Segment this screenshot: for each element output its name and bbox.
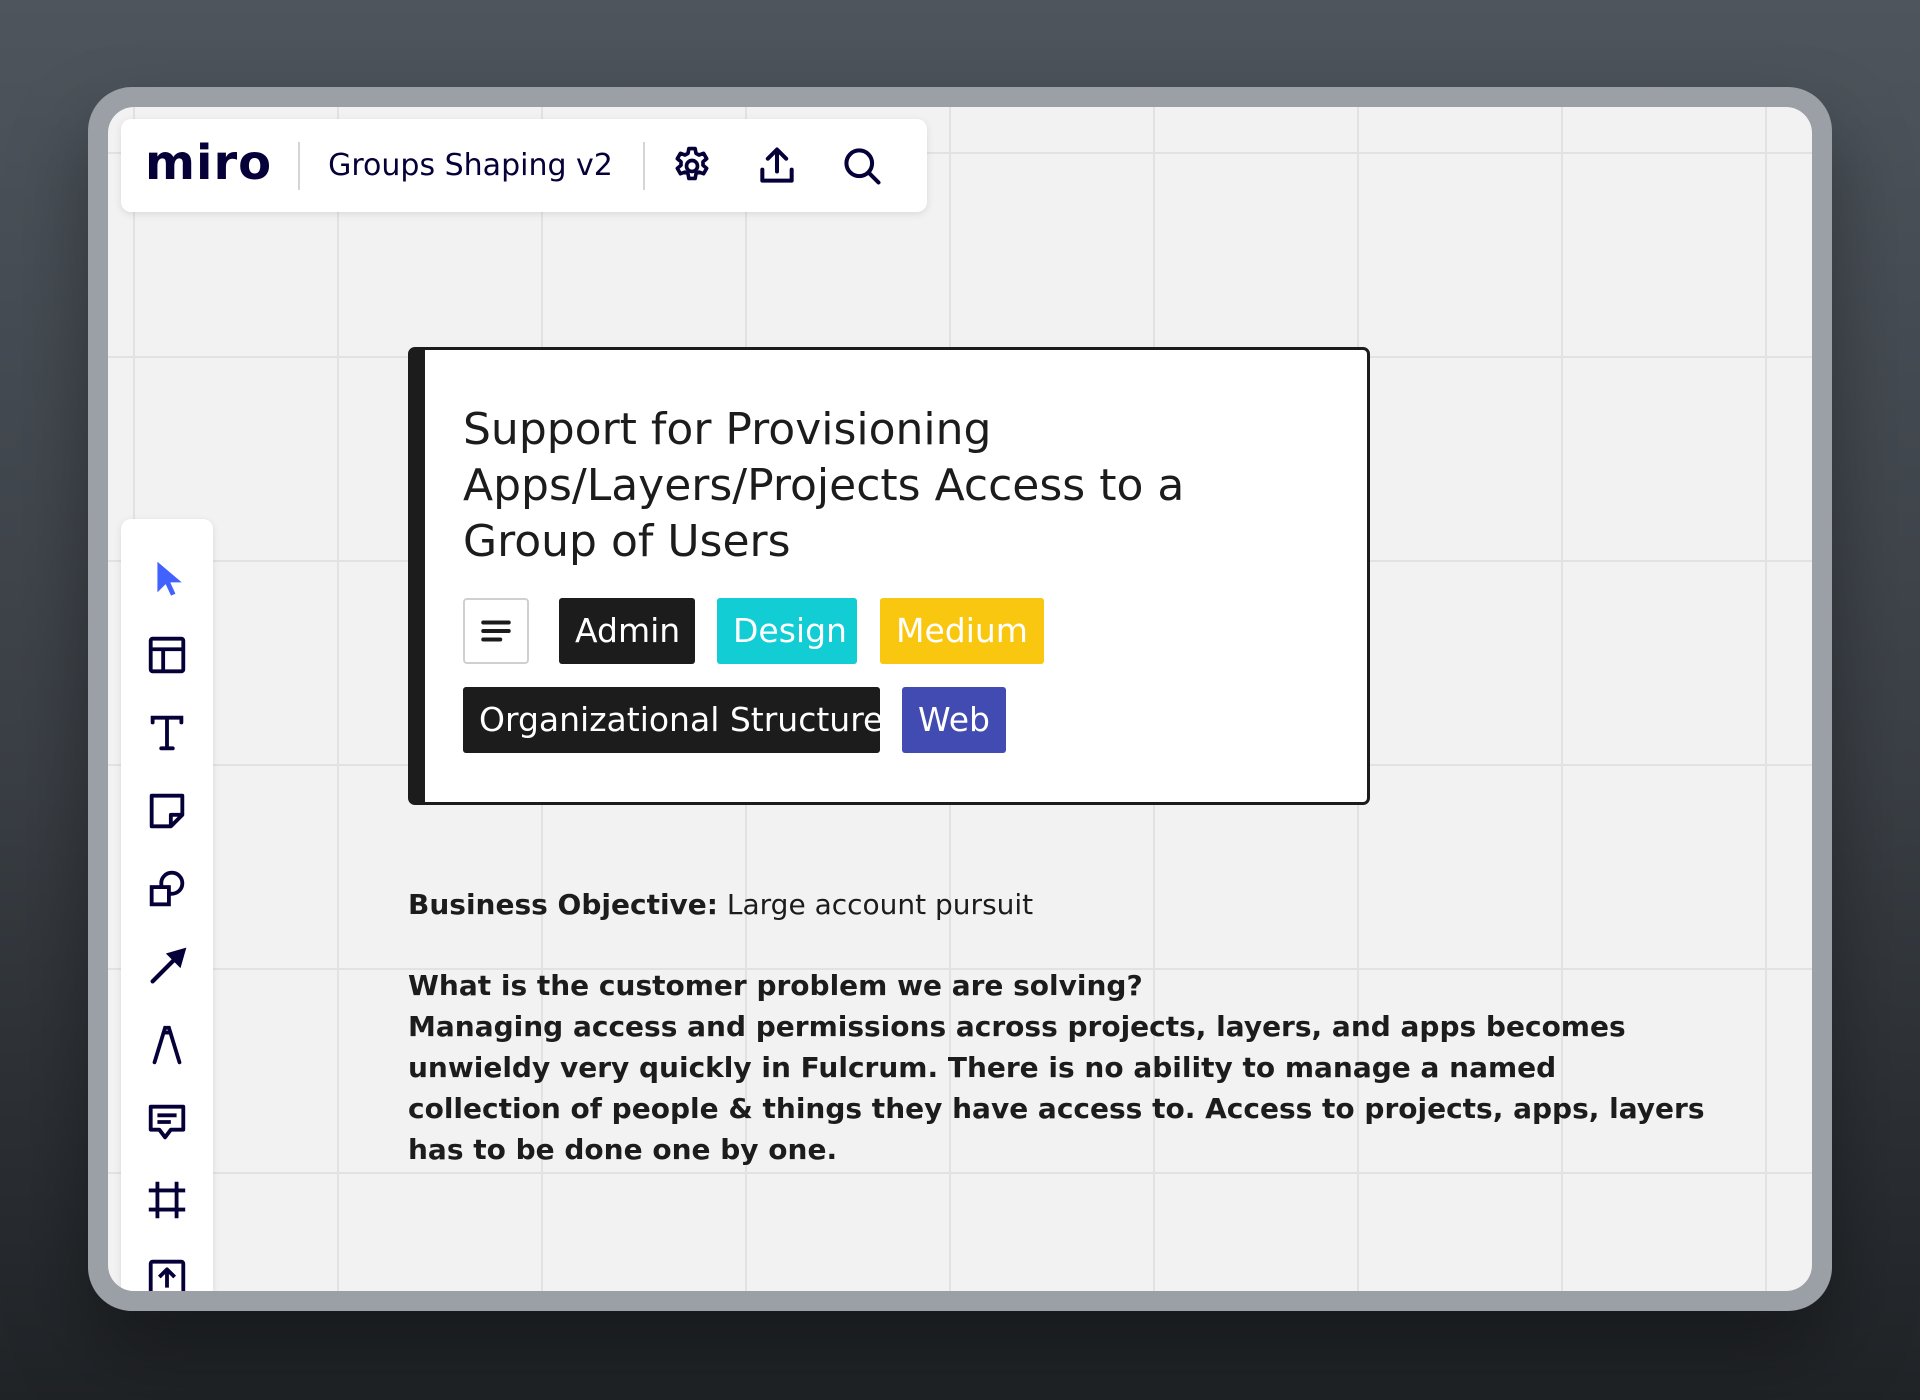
pen-icon (152, 1025, 182, 1065)
templates-tool[interactable] (137, 625, 197, 685)
comment-icon (148, 1104, 186, 1140)
tag-admin[interactable]: Admin (559, 598, 695, 664)
tag-organizational-structure[interactable]: Organizational Structure (463, 687, 883, 753)
left-toolbar (121, 519, 213, 1291)
search-icon (844, 147, 881, 185)
device-frame: miro Groups Shaping v2 Support for Provi… (88, 87, 1832, 1311)
pen-tool[interactable] (137, 1015, 197, 1075)
tag-web[interactable]: Web (902, 687, 1006, 753)
business-objective: Business Objective: Large account pursui… (408, 885, 1708, 925)
upload-tool[interactable] (137, 1248, 197, 1291)
search-button[interactable] (831, 135, 893, 197)
problem-question: What is the customer problem we are solv… (408, 969, 1143, 1002)
select-cursor-icon (157, 561, 182, 596)
sticky-note-tool[interactable] (137, 781, 197, 841)
board-canvas[interactable]: miro Groups Shaping v2 Support for Provi… (108, 107, 1812, 1291)
card-title: Support for Provisioning Apps/Layers/Pro… (463, 404, 1185, 567)
gear-icon (675, 146, 709, 180)
customer-problem: What is the customer problem we are solv… (408, 965, 1708, 1170)
divider (298, 141, 301, 190)
card-widget[interactable]: Support for Provisioning Apps/Layers/Pro… (408, 347, 1370, 805)
settings-button[interactable] (661, 135, 723, 197)
board-title[interactable]: Groups Shaping v2 (328, 148, 613, 183)
upload-icon (148, 1259, 186, 1291)
arrow-icon (150, 947, 187, 984)
templates-icon (148, 636, 186, 674)
share-button[interactable] (746, 135, 808, 197)
tag-design[interactable]: Design (717, 598, 857, 664)
connection-line-tool[interactable] (137, 937, 197, 997)
sticky-note-icon (149, 793, 185, 829)
comment-tool[interactable] (137, 1092, 197, 1152)
shapes-icon (149, 870, 185, 907)
frame-icon (148, 1181, 186, 1219)
card-description-button[interactable] (463, 598, 529, 664)
divider (642, 141, 645, 190)
objective-value: Large account pursuit (726, 888, 1034, 921)
select-tool[interactable] (137, 548, 197, 608)
text-icon (150, 715, 184, 751)
frame-tool[interactable] (137, 1170, 197, 1230)
problem-answer: Managing access and permissions across p… (408, 1010, 1705, 1166)
shapes-tool[interactable] (137, 859, 197, 919)
description-text[interactable]: Business Objective: Large account pursui… (408, 885, 1708, 1170)
tag-medium[interactable]: Medium (880, 598, 1044, 664)
lines-icon (481, 620, 511, 642)
text-tool[interactable] (137, 703, 197, 763)
miro-logo[interactable]: miro (145, 139, 272, 187)
objective-label: Business Objective: (408, 888, 718, 921)
top-bar: miro Groups Shaping v2 (121, 119, 927, 212)
upload-icon (760, 146, 794, 183)
